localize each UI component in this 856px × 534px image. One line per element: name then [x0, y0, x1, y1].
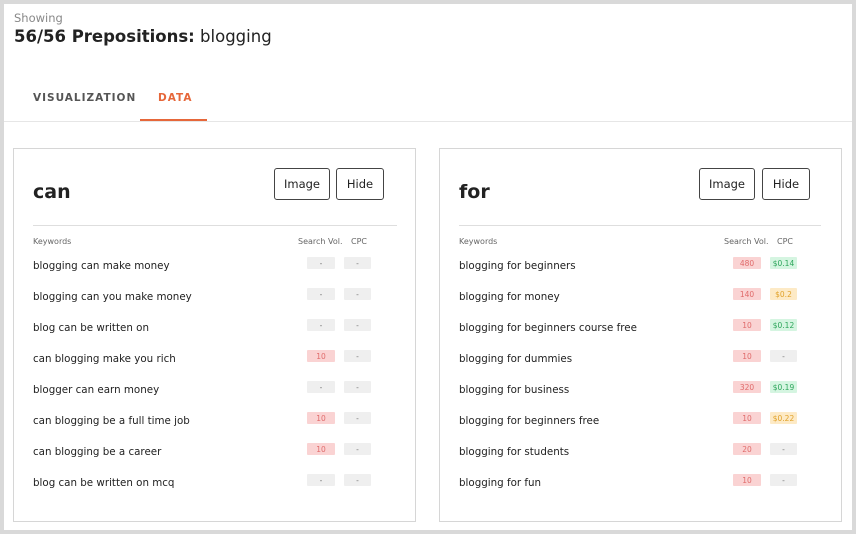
cpc-badge: - — [344, 257, 371, 269]
col-search-volume: Search Vol. — [724, 237, 769, 246]
cpc-badge: - — [344, 319, 371, 331]
page: Showing 56/56 Prepositions: blogging VIS… — [4, 4, 852, 530]
card-for: for Image Hide Keywords Search Vol. CPC … — [439, 148, 842, 522]
keyword-row[interactable]: blogging can you make money - - — [14, 282, 415, 313]
search-volume-badge: 320 — [733, 381, 761, 393]
search-volume-badge: - — [307, 474, 335, 486]
keyword-text: blogging for beginners free — [459, 415, 600, 427]
keyword-row[interactable]: can blogging be a career 10- — [14, 437, 415, 468]
showing-label: Showing — [14, 11, 63, 25]
search-volume-badge: 10 — [733, 350, 761, 362]
keyword-label: blogging — [200, 27, 272, 46]
keyword-text: blog can be written on mcq — [33, 477, 175, 489]
image-button[interactable]: Image — [274, 168, 330, 200]
col-keywords: Keywords — [459, 237, 498, 246]
keyword-row[interactable]: blogging for business 320 $0.19 — [440, 375, 841, 406]
cpc-badge: - — [344, 350, 371, 362]
search-volume-badge: 10 — [307, 443, 335, 455]
tab-visualization[interactable]: VISUALIZATION — [33, 92, 136, 104]
keyword-row[interactable]: blogging for fun 10- — [440, 468, 841, 499]
search-volume-badge: - — [307, 381, 335, 393]
cpc-badge: $0.19 — [770, 381, 797, 393]
search-volume-badge: 10 — [733, 412, 761, 424]
keyword-text: blogging for students — [459, 446, 570, 458]
active-tab-indicator — [140, 119, 207, 121]
page-title: 56/56 Prepositions: blogging — [14, 27, 272, 46]
col-search-volume: Search Vol. — [298, 237, 343, 246]
keyword-text: blogging can you make money — [33, 291, 192, 303]
keyword-text: blogging for money — [459, 291, 560, 303]
cpc-badge: - — [344, 474, 371, 486]
keyword-text: blog can be written on — [33, 322, 149, 334]
keyword-list: blogging can make money - - blogging can yo… — [14, 251, 415, 499]
search-volume-badge: 10 — [307, 412, 335, 424]
card-can: can Image Hide Keywords Search Vol. CPC … — [13, 148, 416, 522]
keyword-row[interactable]: blogging for beginners 480 $0.14 — [440, 251, 841, 282]
keyword-text: blogger can earn money — [33, 384, 160, 396]
keyword-text: blogging can make money — [33, 260, 170, 272]
keyword-row[interactable]: blogging for beginners course free 10 $0.1… — [440, 313, 841, 344]
cpc-badge: - — [344, 381, 371, 393]
cpc-badge: - — [770, 350, 797, 362]
cpc-badge: $0.14 — [770, 257, 797, 269]
image-button[interactable]: Image — [699, 168, 755, 200]
search-volume-badge: - — [307, 319, 335, 331]
keyword-list: blogging for beginners 480 $0.14 blogging f… — [440, 251, 841, 499]
cpc-badge: - — [770, 474, 797, 486]
cpc-badge: - — [344, 288, 371, 300]
col-cpc: CPC — [351, 237, 367, 246]
keyword-row[interactable]: blogging for dummies 10- — [440, 344, 841, 375]
card-title: can — [33, 181, 71, 203]
cpc-badge: - — [344, 412, 371, 424]
keyword-row[interactable]: blog can be written on - - — [14, 313, 415, 344]
tab-bar: VISUALIZATION DATA — [4, 82, 852, 122]
keyword-row[interactable]: blog can be written on mcq - - — [14, 468, 415, 499]
cpc-badge: $0.22 — [770, 412, 797, 424]
keyword-text: can blogging be a career — [33, 446, 162, 458]
keyword-text: blogging for beginners — [459, 260, 576, 272]
count-label: 56/56 Prepositions: — [14, 27, 195, 46]
search-volume-badge: - — [307, 257, 335, 269]
keyword-text: can blogging be a full time job — [33, 415, 190, 427]
divider — [459, 225, 821, 226]
search-volume-badge: - — [307, 288, 335, 300]
keyword-row[interactable]: blogging for money 140 $0.2 — [440, 282, 841, 313]
keyword-row[interactable]: can blogging make you rich 10- — [14, 344, 415, 375]
cpc-badge: - — [344, 443, 371, 455]
keyword-text: can blogging make you rich — [33, 353, 176, 365]
search-volume-badge: 10 — [733, 474, 761, 486]
col-cpc: CPC — [777, 237, 793, 246]
keyword-row[interactable]: can blogging be a full time job 10- — [14, 406, 415, 437]
search-volume-badge: 140 — [733, 288, 761, 300]
search-volume-badge: 10 — [733, 319, 761, 331]
keyword-row[interactable]: blogger can earn money - - — [14, 375, 415, 406]
keyword-text: blogging for fun — [459, 477, 542, 489]
col-keywords: Keywords — [33, 237, 72, 246]
keyword-text: blogging for beginners course free — [459, 322, 637, 334]
keyword-row[interactable]: blogging can make money - - — [14, 251, 415, 282]
hide-button[interactable]: Hide — [336, 168, 384, 200]
keyword-row[interactable]: blogging for students 20- — [440, 437, 841, 468]
search-volume-badge: 10 — [307, 350, 335, 362]
tab-data[interactable]: DATA — [158, 92, 193, 104]
keyword-text: blogging for dummies — [459, 353, 573, 365]
keyword-row[interactable]: blogging for beginners free 10 $0.22 — [440, 406, 841, 437]
cpc-badge: $0.2 — [770, 288, 797, 300]
search-volume-badge: 480 — [733, 257, 761, 269]
cpc-badge: $0.12 — [770, 319, 797, 331]
hide-button[interactable]: Hide — [762, 168, 810, 200]
cpc-badge: - — [770, 443, 797, 455]
card-title: for — [459, 181, 490, 203]
keyword-text: blogging for business — [459, 384, 570, 396]
divider — [33, 225, 397, 226]
search-volume-badge: 20 — [733, 443, 761, 455]
